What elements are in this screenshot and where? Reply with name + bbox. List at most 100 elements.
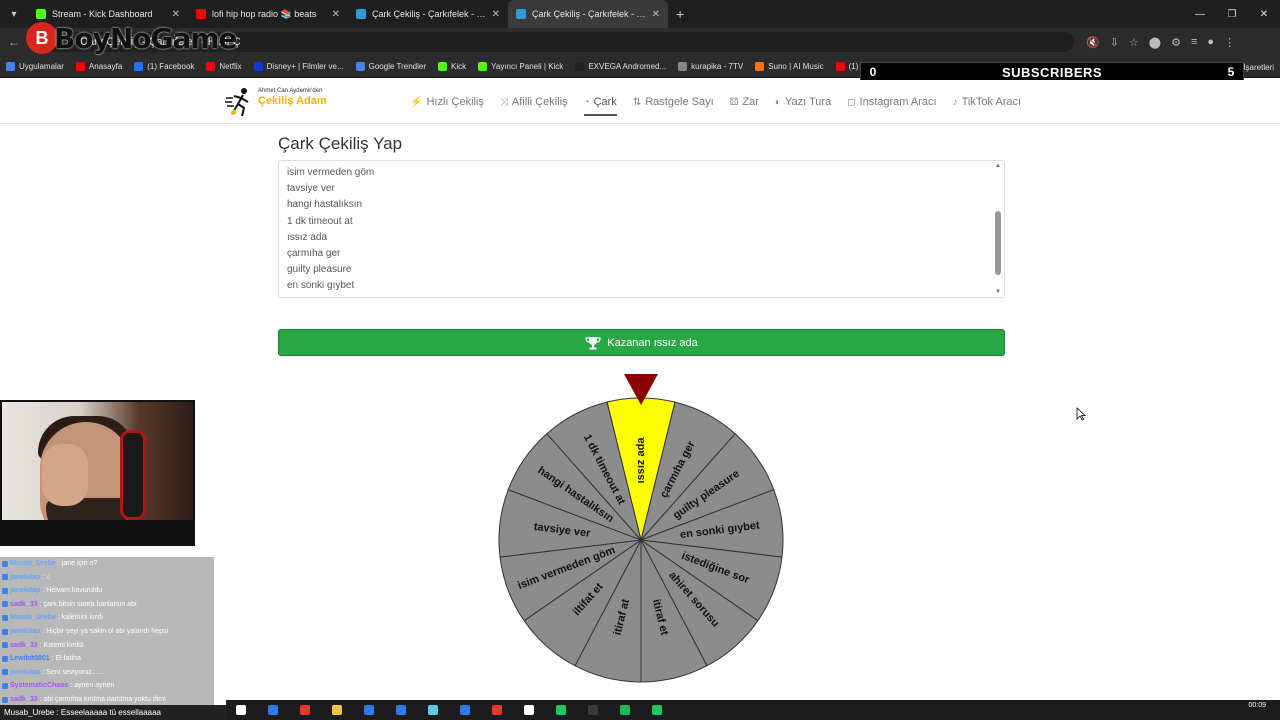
nav-instagram[interactable]: ◻ Instagram Aracı bbox=[847, 80, 936, 124]
taskbar-app-icon[interactable] bbox=[524, 705, 534, 715]
install-icon[interactable]: ⇩ bbox=[1110, 36, 1119, 49]
textarea-scrollbar[interactable] bbox=[995, 211, 1001, 275]
scroll-down-icon[interactable]: ▼ bbox=[995, 289, 1001, 295]
chat-message: sadk_33: Kalemi kırıldı bbox=[2, 639, 84, 652]
bookmark-item[interactable]: (1) Facebook bbox=[134, 62, 194, 71]
star-icon[interactable]: ☆ bbox=[1129, 36, 1139, 49]
close-window-icon[interactable]: ✕ bbox=[1248, 0, 1280, 28]
entry-line: ıssız ada bbox=[287, 231, 328, 243]
site-nav: ⚡ Hızlı Çekiliş ⤨ Afilli Çekiliş ◔ Çark ⇅ Rastg… bbox=[410, 80, 1037, 124]
bookmark-icon bbox=[575, 62, 585, 71]
bookmark-item[interactable]: Netflix bbox=[206, 62, 242, 71]
tab-close-icon[interactable]: ✕ bbox=[332, 9, 340, 20]
tab-close-icon[interactable]: ✕ bbox=[652, 9, 660, 20]
mute-icon[interactable]: 🔇 bbox=[1086, 36, 1100, 49]
site-logo[interactable]: Ahmet Can Aydemir'den Çekiliş Adam bbox=[224, 84, 328, 120]
chat-message: Musab_Urebe: jane için o? bbox=[2, 557, 97, 570]
chat-message: janekitap: ⌂ bbox=[2, 571, 50, 584]
chat-username: sadk_33 bbox=[10, 600, 38, 608]
bookmark-label: Google Trendler bbox=[368, 62, 426, 71]
chat-message: Lewibit0801: El fatiha bbox=[2, 652, 81, 665]
taskbar-app-icon[interactable] bbox=[460, 705, 470, 715]
chat-badge-icon bbox=[2, 655, 8, 662]
bookmark-icon bbox=[678, 62, 688, 71]
taskbar-app-icon[interactable] bbox=[588, 705, 598, 715]
entries-textarea[interactable]: isim vermeden göm tavsiye ver hangi hastal… bbox=[278, 160, 1005, 298]
bookmark-icon bbox=[75, 62, 85, 71]
stream-chat: Musab_Urebe: jane için o? janekitap: ⌂ jan… bbox=[0, 557, 214, 707]
restore-icon[interactable]: ❐ bbox=[1216, 0, 1248, 28]
nav-cark-label: Çark bbox=[593, 96, 617, 108]
chat-badge-icon bbox=[2, 669, 8, 676]
minimize-icon[interactable]: — bbox=[1184, 0, 1216, 28]
puzzle-icon[interactable]: ⚙ bbox=[1171, 36, 1181, 49]
chat-username: Lewibit0801 bbox=[10, 655, 50, 663]
taskbar-app-icon[interactable] bbox=[364, 705, 374, 715]
tab-search-icon[interactable]: ▾ bbox=[0, 0, 28, 28]
bookmark-item[interactable]: Google Trendler bbox=[355, 62, 426, 71]
screen: ▾ Stream - Kick Dashboard ✕ lofi hip hop r… bbox=[0, 0, 1280, 720]
chat-message: janekitap: Helvam kavuruldu bbox=[2, 584, 102, 597]
bookmark-icon bbox=[6, 62, 15, 71]
bookmark-item[interactable]: EXVEGA Andromed... bbox=[575, 62, 666, 71]
profile-icon[interactable]: ● bbox=[1207, 36, 1214, 49]
taskbar-app-icon[interactable] bbox=[300, 705, 310, 715]
nav-zar[interactable]: ⚄ Zar bbox=[730, 80, 759, 124]
taskbar-app-icon[interactable] bbox=[428, 705, 438, 715]
entry-line: en sonki gıybet bbox=[287, 280, 355, 292]
tab-close-icon[interactable]: ✕ bbox=[492, 9, 500, 20]
prize-wheel[interactable]: ıssız ada çarmıha gerguilty pleasureen so… bbox=[496, 372, 786, 686]
nav-yazi-tura-icon: ◐ bbox=[774, 96, 781, 108]
nav-zar-icon: ⚄ bbox=[729, 96, 739, 108]
taskbar-app-icon[interactable] bbox=[556, 705, 566, 715]
taskbar-app-icon[interactable] bbox=[396, 705, 406, 715]
taskbar-app-icon[interactable] bbox=[620, 705, 630, 715]
chat-badge-icon bbox=[2, 628, 8, 635]
browser-tab[interactable]: Çark Çekiliş - Çarkıfelek - Hızlı Ç ✕ bbox=[348, 0, 508, 28]
bookmark-item[interactable]: Uygulamalar bbox=[6, 62, 64, 71]
chat-username: sadk_33 bbox=[10, 641, 38, 649]
back-icon[interactable]: ← bbox=[0, 35, 28, 49]
chat-text: : Kalemi kırıldı bbox=[39, 641, 84, 649]
taskbar-app-icon[interactable] bbox=[268, 705, 278, 715]
chat-text: : Helvam kavuruldu bbox=[42, 587, 103, 595]
taskbar-app-icon[interactable] bbox=[492, 705, 502, 715]
nav-cark[interactable]: ◔ Çark bbox=[583, 80, 618, 124]
entry-line: çarmıha ger bbox=[287, 248, 341, 259]
bookmark-item[interactable]: Kick bbox=[438, 62, 466, 71]
bookmark-item[interactable]: Yayıncı Paneli | Kick bbox=[478, 62, 563, 71]
taskbar-app-icon[interactable] bbox=[332, 705, 342, 715]
chat-username: janekitap bbox=[10, 587, 41, 595]
media-icon[interactable]: ≡ bbox=[1191, 36, 1197, 49]
menu-icon[interactable]: ⋮ bbox=[1224, 36, 1235, 49]
bookmark-icon bbox=[478, 62, 488, 71]
nav-tiktok[interactable]: ♪ TikTok Aracı bbox=[953, 80, 1022, 124]
chat-badge-icon bbox=[2, 682, 8, 689]
nav-yazi-tura[interactable]: ◐ Yazı Tura bbox=[775, 80, 831, 124]
nav-hizli-cekilis-label: Hızlı Çekiliş bbox=[426, 96, 484, 108]
browser-tab[interactable]: Çark Çekiliş - Çarkıfelek - Hızlı Ç ✕ bbox=[508, 0, 668, 28]
nav-rastgele-sayi[interactable]: ⇅ Rastgele Sayı bbox=[633, 80, 714, 124]
address-bar-icons: 🔇 ⇩ ☆ ⬤ ⚙ ≡ ● ⋮ bbox=[1086, 36, 1235, 49]
chat-message: janekitap: Hiçbir şeyi ya sakin ol abi y… bbox=[2, 625, 168, 638]
bookmark-item[interactable]: Suno | AI Music bbox=[755, 62, 824, 71]
logo-text: BoyNoGame bbox=[54, 21, 238, 55]
taskbar: 00:09 bbox=[226, 700, 1280, 720]
bookmark-item[interactable]: Disney+ | Filmler ve... bbox=[253, 62, 344, 71]
nav-afilli-cekilis[interactable]: ⤨ Afilli Çekiliş bbox=[500, 80, 568, 124]
scroll-up-icon[interactable]: ▲ bbox=[995, 163, 1001, 169]
chat-badge-icon bbox=[2, 614, 8, 621]
taskbar-app-icon[interactable] bbox=[652, 705, 662, 715]
bookmark-label: Anasayfa bbox=[88, 62, 123, 71]
extension-icon[interactable]: ⬤ bbox=[1149, 36, 1161, 49]
entry-line: guilty pleasure bbox=[287, 264, 352, 276]
bookmark-item[interactable]: Anasayfa bbox=[75, 62, 123, 71]
chat-text: : kalemini kırdı bbox=[57, 614, 104, 622]
bookmark-item[interactable]: kurapika - 7TV bbox=[678, 62, 743, 71]
new-tab-button[interactable]: + bbox=[668, 6, 692, 22]
taskbar-app-icon[interactable] bbox=[236, 705, 246, 715]
nav-hizli-cekilis[interactable]: ⚡ Hızlı Çekiliş bbox=[410, 80, 484, 124]
bookmark-label: Yayıncı Paneli | Kick bbox=[491, 62, 564, 71]
taskbar-clock[interactable]: 00:09 bbox=[1248, 702, 1266, 710]
chat-latest-message: Musab_Urebe : Esseelaaaaa tü essellaaaaa bbox=[0, 705, 226, 720]
